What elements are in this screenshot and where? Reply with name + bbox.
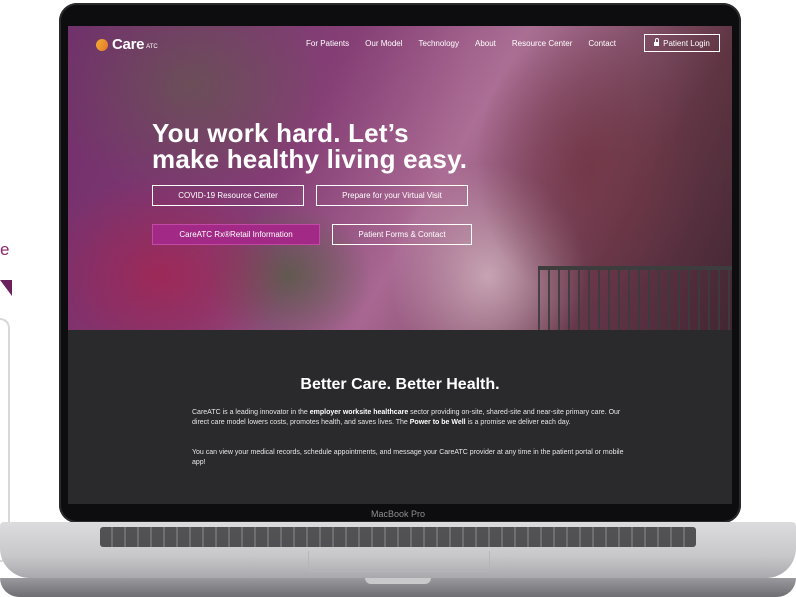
about-paragraph-1: CareATC is a leading innovator in the em…	[192, 408, 632, 428]
about-title: Better Care. Better Health.	[300, 376, 500, 393]
logo-swoosh-icon	[94, 36, 110, 53]
logo-name: Care	[112, 36, 145, 53]
nav-our-model[interactable]: Our Model	[365, 39, 402, 48]
laptop-notch	[365, 578, 431, 584]
nav-resource-center[interactable]: Resource Center	[512, 39, 572, 48]
about-bold-text: Power to be Well	[409, 419, 466, 426]
device-label: MacBook Pro	[370, 509, 426, 519]
lock-icon	[654, 38, 660, 46]
nav-technology[interactable]: Technology	[419, 39, 459, 48]
about-bold-text: employer worksite healthcare	[309, 409, 409, 416]
covid-resource-button[interactable]: COVID-19 Resource Center	[152, 185, 304, 206]
about-section: Better Care. Better Health. CareATC is a…	[68, 330, 732, 504]
hero-headline-line1: You work hard. Let’s	[152, 118, 409, 148]
nav-contact[interactable]: Contact	[588, 39, 616, 48]
nav-for-patients[interactable]: For Patients	[306, 39, 349, 48]
about-text: CareATC is a leading innovator in the	[192, 409, 310, 416]
laptop-screen: Care ATC For Patients Our Model Technolo…	[68, 26, 732, 504]
laptop-keyboard	[100, 527, 696, 547]
triangle-decoration	[0, 280, 12, 296]
nav-about[interactable]: About	[475, 39, 496, 48]
patient-login-button[interactable]: Patient Login	[644, 34, 720, 52]
patient-forms-button[interactable]: Patient Forms & Contact	[332, 224, 472, 245]
partial-text-fragment: e	[0, 240, 10, 259]
careatc-logo[interactable]: Care ATC	[94, 36, 158, 53]
hero-headline: You work hard. Let’s make healthy living…	[152, 120, 532, 172]
hero-headline-line2: make healthy living easy.	[152, 144, 468, 174]
about-paragraph-2: You can view your medical records, sched…	[192, 449, 624, 466]
about-text: is a promise we deliver each day.	[465, 419, 571, 426]
patient-login-label: Patient Login	[663, 38, 710, 48]
virtual-visit-button[interactable]: Prepare for your Virtual Visit	[316, 185, 468, 206]
logo-sub: ATC	[146, 44, 158, 50]
laptop-trackpad	[308, 551, 490, 572]
main-nav: For Patients Our Model Technology About …	[306, 39, 632, 48]
shopping-cart-graphic	[538, 266, 732, 334]
rx-retail-button[interactable]: CareATC Rx®Retail Information	[152, 224, 320, 245]
